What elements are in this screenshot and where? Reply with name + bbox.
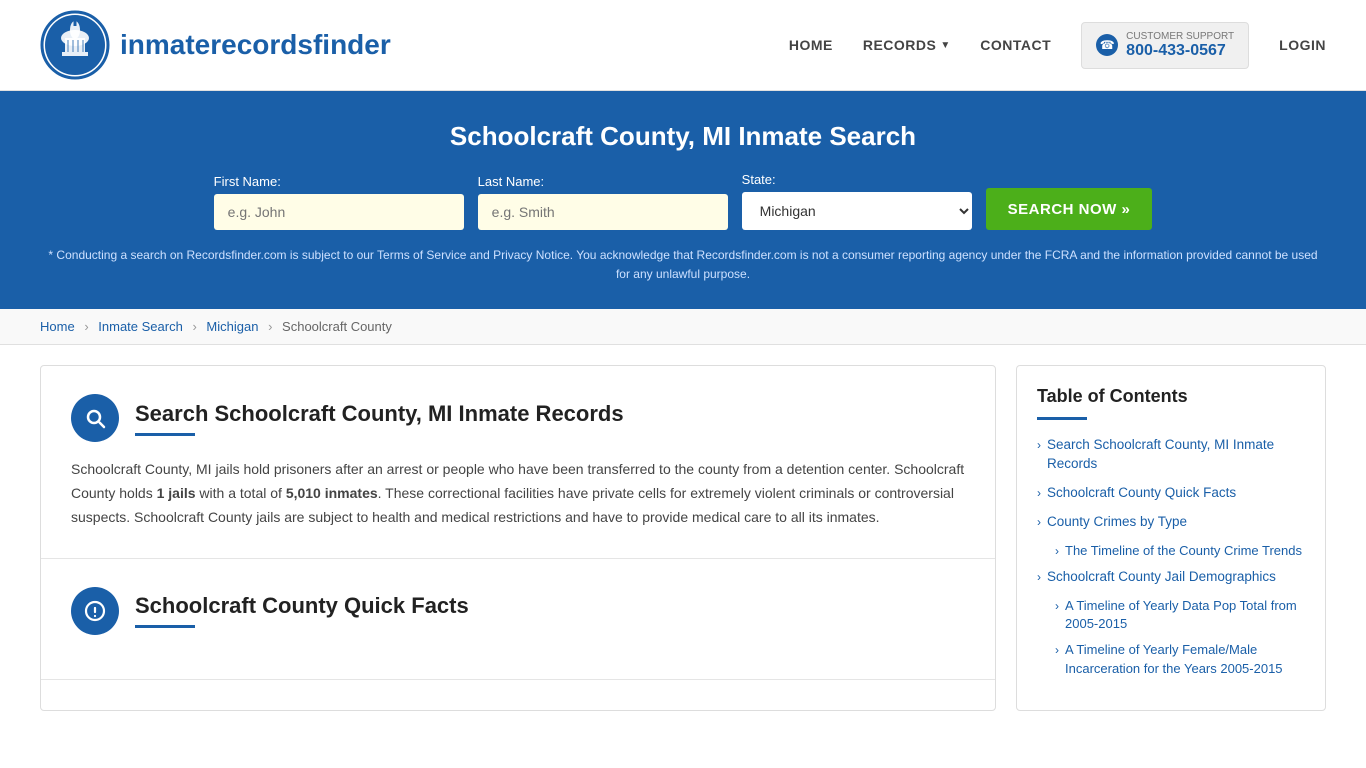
- toc-link-crimes-type[interactable]: County Crimes by Type: [1047, 513, 1187, 532]
- page-title: Schoolcraft County, MI Inmate Search: [40, 121, 1326, 152]
- first-name-group: First Name:: [214, 174, 464, 230]
- breadcrumb-sep-3: ›: [268, 319, 272, 334]
- search-icon: [83, 406, 107, 430]
- toc-link-quick-facts[interactable]: Schoolcraft County Quick Facts: [1047, 484, 1236, 503]
- header: inmaterecordsfinder HOME RECORDS ▼ CONTA…: [0, 0, 1366, 91]
- logo-icon: [40, 10, 110, 80]
- toc-link-demographics[interactable]: Schoolcraft County Jail Demographics: [1047, 568, 1276, 587]
- section-header-facts: Schoolcraft County Quick Facts: [71, 587, 965, 635]
- toc-link-pop-total[interactable]: A Timeline of Yearly Data Pop Total from…: [1065, 597, 1305, 633]
- quick-facts-underline: [135, 625, 195, 628]
- search-records-section: Search Schoolcraft County, MI Inmate Rec…: [41, 366, 995, 558]
- quick-facts-title-wrap: Schoolcraft County Quick Facts: [135, 593, 469, 628]
- breadcrumb-inmate-search[interactable]: Inmate Search: [98, 319, 183, 334]
- info-icon-circle: [71, 587, 119, 635]
- toc-item-pop-total[interactable]: › A Timeline of Yearly Data Pop Total fr…: [1055, 597, 1305, 633]
- last-name-label: Last Name:: [478, 174, 544, 189]
- sidebar: Table of Contents › Search Schoolcraft C…: [1016, 365, 1326, 710]
- first-name-input[interactable]: [214, 194, 464, 230]
- state-group: State: Michigan: [742, 172, 972, 230]
- toc-item-gender[interactable]: › A Timeline of Yearly Female/Male Incar…: [1055, 641, 1305, 677]
- last-name-group: Last Name:: [478, 174, 728, 230]
- main-content: Search Schoolcraft County, MI Inmate Rec…: [0, 345, 1366, 730]
- state-label: State:: [742, 172, 776, 187]
- title-underline: [135, 433, 195, 436]
- table-of-contents: Table of Contents › Search Schoolcraft C…: [1016, 365, 1326, 710]
- search-button[interactable]: SEARCH NOW »: [986, 188, 1153, 230]
- toc-title: Table of Contents: [1037, 386, 1305, 407]
- toc-divider: [1037, 417, 1087, 420]
- search-form: First Name: Last Name: State: Michigan S…: [40, 172, 1326, 230]
- toc-item-crimes-type[interactable]: › County Crimes by Type: [1037, 513, 1305, 532]
- toc-item-timeline[interactable]: › The Timeline of the County Crime Trend…: [1055, 542, 1305, 560]
- customer-support[interactable]: ☎ CUSTOMER SUPPORT 800-433-0567: [1081, 22, 1249, 69]
- toc-chevron-icon: ›: [1037, 438, 1041, 452]
- toc-chevron-icon-3: ›: [1037, 515, 1041, 529]
- breadcrumb-michigan[interactable]: Michigan: [206, 319, 258, 334]
- search-section-body: Schoolcraft County, MI jails hold prison…: [71, 458, 965, 529]
- nav-records[interactable]: RECORDS ▼: [863, 37, 950, 53]
- toc-link-timeline[interactable]: The Timeline of the County Crime Trends: [1065, 542, 1302, 560]
- main-nav: HOME RECORDS ▼ CONTACT ☎ CUSTOMER SUPPOR…: [789, 22, 1326, 69]
- toc-link-search[interactable]: Search Schoolcraft County, MI Inmate Rec…: [1047, 436, 1305, 474]
- content-area: Search Schoolcraft County, MI Inmate Rec…: [40, 365, 996, 710]
- toc-chevron-icon-5: ›: [1037, 570, 1041, 584]
- toc-sub-timeline: › The Timeline of the County Crime Trend…: [1055, 542, 1305, 560]
- logo-area: inmaterecordsfinder: [40, 10, 391, 80]
- toc-link-gender[interactable]: A Timeline of Yearly Female/Male Incarce…: [1065, 641, 1305, 677]
- quick-facts-title: Schoolcraft County Quick Facts: [135, 593, 469, 619]
- section-header-search: Search Schoolcraft County, MI Inmate Rec…: [71, 394, 965, 442]
- toc-chevron-icon-4: ›: [1055, 544, 1059, 558]
- info-icon: [83, 599, 107, 623]
- hero-section: Schoolcraft County, MI Inmate Search Fir…: [0, 91, 1366, 309]
- phone-icon: ☎: [1096, 34, 1118, 56]
- toc-sub-pop: › A Timeline of Yearly Data Pop Total fr…: [1055, 597, 1305, 633]
- nav-contact[interactable]: CONTACT: [980, 37, 1051, 53]
- toc-item-quick-facts[interactable]: › Schoolcraft County Quick Facts: [1037, 484, 1305, 503]
- breadcrumb-sep-2: ›: [192, 319, 196, 334]
- logo-text[interactable]: inmaterecordsfinder: [120, 29, 391, 61]
- breadcrumb-current: Schoolcraft County: [282, 319, 392, 334]
- support-info: CUSTOMER SUPPORT 800-433-0567: [1126, 31, 1234, 60]
- last-name-input[interactable]: [478, 194, 728, 230]
- disclaimer-text: * Conducting a search on Recordsfinder.c…: [40, 246, 1326, 284]
- toc-item-search[interactable]: › Search Schoolcraft County, MI Inmate R…: [1037, 436, 1305, 474]
- breadcrumb-home[interactable]: Home: [40, 319, 75, 334]
- breadcrumb: Home › Inmate Search › Michigan › School…: [0, 309, 1366, 345]
- toc-sub-gender: › A Timeline of Yearly Female/Male Incar…: [1055, 641, 1305, 677]
- section-title-wrap: Search Schoolcraft County, MI Inmate Rec…: [135, 401, 624, 436]
- toc-chevron-icon-7: ›: [1055, 643, 1059, 657]
- search-section-title: Search Schoolcraft County, MI Inmate Rec…: [135, 401, 624, 427]
- toc-item-demographics[interactable]: › Schoolcraft County Jail Demographics: [1037, 568, 1305, 587]
- breadcrumb-sep-1: ›: [84, 319, 88, 334]
- nav-home[interactable]: HOME: [789, 37, 833, 53]
- search-icon-circle: [71, 394, 119, 442]
- first-name-label: First Name:: [214, 174, 281, 189]
- toc-chevron-icon-2: ›: [1037, 486, 1041, 500]
- records-chevron-icon: ▼: [940, 40, 950, 51]
- login-button[interactable]: LOGIN: [1279, 37, 1326, 53]
- toc-chevron-icon-6: ›: [1055, 599, 1059, 613]
- quick-facts-section: Schoolcraft County Quick Facts: [41, 559, 995, 680]
- state-select[interactable]: Michigan: [742, 192, 972, 230]
